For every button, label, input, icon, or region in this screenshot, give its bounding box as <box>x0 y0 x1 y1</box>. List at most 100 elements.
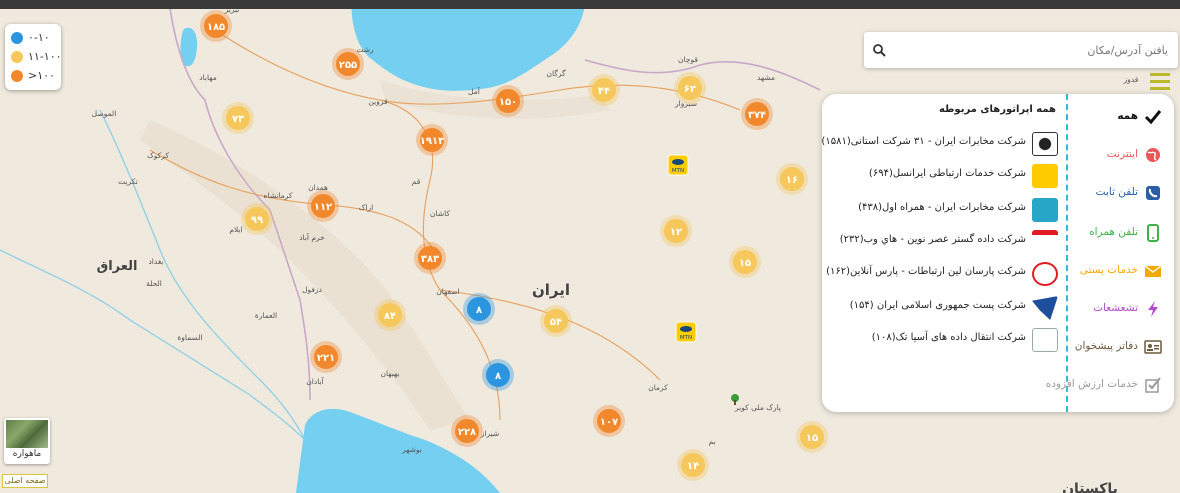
place-label: قزوین <box>368 97 388 106</box>
category-item[interactable]: خدمات ارزش افزوده <box>1070 370 1170 400</box>
place-label: خرم آباد <box>299 232 325 242</box>
place-label: بهبهان <box>380 369 399 378</box>
cluster-marker[interactable]: ۹۹ <box>241 203 273 235</box>
cluster-count: ۲۲۱ <box>317 353 335 364</box>
place-label: کرمانشاه <box>263 191 292 200</box>
cluster-marker[interactable]: ۱۲ <box>660 215 692 247</box>
cluster-count: ۸ <box>495 371 501 382</box>
cluster-marker[interactable]: ۱۴ <box>677 449 709 481</box>
satellite-toggle[interactable]: ماهواره <box>4 418 50 464</box>
legend-row: ۱۱-۱۰۰ <box>11 47 55 66</box>
place-label: گرگان <box>546 69 566 78</box>
hamburger-menu-icon[interactable] <box>1150 73 1170 91</box>
cluster-marker[interactable]: ۱۵۰ <box>492 85 524 117</box>
cluster-marker[interactable]: ۷۳ <box>222 102 254 134</box>
place-label: اصفهان <box>436 287 460 296</box>
cluster-marker[interactable]: ۸ <box>463 293 495 325</box>
place-label: بوشهر <box>401 445 422 454</box>
cluster-marker[interactable]: ۱۸۵ <box>200 10 232 42</box>
cluster-marker[interactable]: ۸۴ <box>374 299 406 331</box>
filter-panel: همه اپراتورهای مربوطه شرکت مخابرات ایران… <box>822 94 1174 412</box>
place-label: الحلة <box>146 279 162 288</box>
cluster-marker[interactable]: ۸ <box>482 359 514 391</box>
legend-label: ۱۱-۱۰۰ <box>28 50 62 63</box>
operator-name: شرکت داده گستر عصر نوین - هاي وب(۲۳۲) <box>840 234 1026 245</box>
home-button[interactable]: صفحه اصلی <box>2 474 48 488</box>
cluster-count: ۱۴ <box>687 461 699 472</box>
legend-label: ۰-۱۰ <box>28 31 50 44</box>
place-label: تکریت <box>118 177 138 186</box>
cluster-marker[interactable]: ۳۸۳ <box>414 242 446 274</box>
cluster-marker[interactable]: ۶۲ <box>674 72 706 104</box>
category-item[interactable]: خدمات پستی <box>1070 256 1170 286</box>
operator-name: شرکت پارسان لین ارتباطات - پارس آنلاین(۱… <box>826 266 1026 277</box>
envelope-icon <box>1144 262 1162 280</box>
place-label: قم <box>412 177 421 186</box>
place-label: الموصل <box>92 109 117 118</box>
category-item[interactable]: همه <box>1070 102 1170 132</box>
phone-icon <box>1144 184 1162 202</box>
operator-item[interactable]: شرکت پارسان لین ارتباطات - پارس آنلاین(۱… <box>826 260 1062 288</box>
cluster-count: ۱۵ <box>739 258 751 269</box>
operator-item[interactable]: شرکت خدمات ارتباطی ایرانسل(۶۹۴) <box>826 162 1062 190</box>
cluster-marker[interactable]: ۲۲۸ <box>451 415 483 447</box>
cluster-marker[interactable]: ۲۲۱ <box>310 341 342 373</box>
lightning-icon <box>1144 300 1162 318</box>
operator-item[interactable]: شرکت پست جمهوری اسلامی ایران (۱۵۴) <box>826 294 1062 322</box>
search-input[interactable] <box>894 32 1172 68</box>
operator-item[interactable]: شرکت مخابرات ایران - همراه اول(۴۳۸) <box>826 196 1062 224</box>
cluster-count: ۲۲۸ <box>458 427 476 438</box>
cluster-marker[interactable]: ۱۱۲ <box>307 190 339 222</box>
cluster-marker[interactable]: ۳۷۴ <box>741 98 773 130</box>
search-box[interactable] <box>864 32 1178 68</box>
category-item[interactable]: تلفن همراه <box>1070 218 1170 248</box>
place-label: کرکوک <box>147 151 169 160</box>
cluster-marker[interactable]: ۱۰۷ <box>593 405 625 437</box>
place-label: ایلام <box>229 225 242 234</box>
place-label: مهاباد <box>199 73 216 82</box>
operator-item[interactable]: شرکت مخابرات ایران - ۳۱ شرکت استانی(۱۵۸۱… <box>826 130 1062 158</box>
irancell-logo <box>1032 164 1058 188</box>
cluster-count: ۱۸۵ <box>207 22 225 33</box>
id-card-icon <box>1144 338 1162 356</box>
country-label-iraq: العراق <box>97 259 138 274</box>
mtn-marker[interactable]: MTN <box>676 322 696 342</box>
operator-name: شرکت مخابرات ایران - همراه اول(۴۳۸) <box>858 202 1026 213</box>
mobile-icon <box>1144 224 1162 242</box>
place-label: السماوة <box>177 333 202 342</box>
cluster-marker[interactable]: ۵۴ <box>540 305 572 337</box>
cluster-marker[interactable]: ۴۴ <box>588 74 620 106</box>
category-list: همه اینترنت تلفن ثابت تلفن همراه خدمات پستی ت… <box>1070 94 1174 412</box>
cluster-marker[interactable]: ۱۶ <box>776 163 808 195</box>
search-icon[interactable] <box>872 43 886 57</box>
operator-name: شرکت خدمات ارتباطی ایرانسل(۶۹۴) <box>869 168 1026 179</box>
place-label: دزفول <box>302 285 322 294</box>
country-label-iran: ایران <box>532 281 570 299</box>
place-label: آبادان <box>306 376 324 386</box>
cluster-count: ۳۸۳ <box>421 254 439 265</box>
satellite-thumbnail <box>6 420 48 448</box>
category-label: همه <box>1117 110 1138 122</box>
category-label: تلفن همراه <box>1089 226 1138 238</box>
operators-header: همه اپراتورهای مربوطه <box>939 104 1056 115</box>
cluster-marker[interactable]: ۲۵۵ <box>332 48 364 80</box>
category-label: تلفن ثابت <box>1096 186 1138 198</box>
operator-name: شرکت پست جمهوری اسلامی ایران (۱۵۴) <box>850 300 1026 311</box>
place-label: قدوز <box>1123 75 1139 84</box>
category-item[interactable]: اینترنت <box>1070 140 1170 170</box>
place-label: قوچان <box>678 55 698 64</box>
place-label: العمارة <box>255 311 277 320</box>
category-item[interactable]: تشعشعات <box>1070 294 1170 324</box>
top-bar <box>0 0 1180 9</box>
cluster-marker[interactable]: ۱۵ <box>729 246 761 278</box>
category-item[interactable]: دفاتر پیشخوان <box>1070 332 1170 362</box>
cluster-marker[interactable]: ۱۵ <box>796 421 828 453</box>
cluster-count: ۳۷۴ <box>748 110 766 121</box>
operator-item[interactable]: شرکت داده گستر عصر نوین - هاي وب(۲۳۲) <box>826 228 1062 256</box>
operator-item[interactable]: شرکت انتقال داده های آسیا تک(۱۰۸) <box>826 326 1062 354</box>
cluster-marker[interactable]: ۱۹۱۳ <box>416 124 448 156</box>
category-item[interactable]: تلفن ثابت <box>1070 178 1170 208</box>
mtn-marker[interactable]: MTN <box>668 155 688 175</box>
checkbox-icon <box>1144 376 1162 394</box>
cluster-count: ۱۱۲ <box>314 202 332 213</box>
